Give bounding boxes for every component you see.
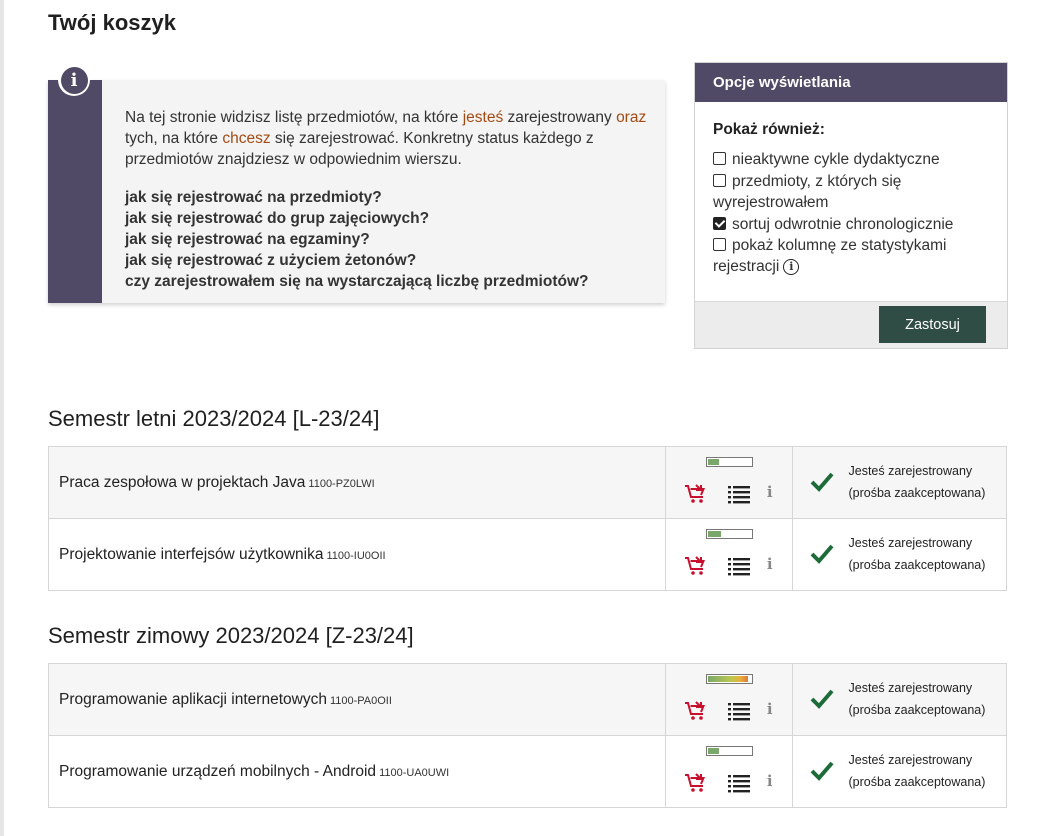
table-row: Projektowanie interfejsów użytkownika 110…	[48, 518, 1007, 591]
option-label: pokaż kolumnę ze statystykami rejestracj…	[713, 237, 947, 275]
status-text: Jesteś zarejestrowany (prośba zaakceptowa…	[849, 460, 986, 504]
left-edge-strip	[0, 0, 4, 836]
help-link-exams[interactable]: jak się rejestrować na egzaminy?	[125, 229, 588, 250]
cart-register-icon[interactable]	[684, 698, 708, 722]
checkbox-unregistered-courses[interactable]	[713, 174, 726, 187]
status-line: (prośba zaakceptowana)	[848, 558, 986, 572]
course-name[interactable]: Programowanie urządzeń mobilnych - Andro…	[59, 763, 376, 780]
course-status-cell: Jesteś zarejestrowany (prośba zaakceptowa…	[791, 446, 1007, 519]
course-name-cell: Programowanie aplikacji internetowych 110…	[48, 663, 666, 736]
table-row: Programowanie aplikacji internetowych 110…	[48, 663, 1008, 736]
status-line: Jesteś zarejestrowany	[848, 681, 973, 695]
course-name-cell: Projektowanie interfejsów użytkownika 110…	[48, 518, 666, 591]
status-text: Jesteś zarejestrowany (prośba zaakceptowa…	[849, 677, 986, 721]
course-status-cell: Jesteś zarejestrowany (prośba zaakceptowa…	[791, 663, 1008, 736]
cart-register-icon[interactable]	[684, 553, 708, 577]
info-highlight: jesteś	[462, 109, 504, 126]
info-description: Na tej stronie widzisz listę przedmiotów…	[125, 107, 655, 170]
course-name[interactable]: Projektowanie interfejsów użytkownika	[59, 546, 323, 563]
course-name[interactable]: Praca zespołowa w projektach Java	[59, 474, 305, 491]
registration-progress-bar	[705, 746, 753, 756]
list-icon[interactable]	[727, 773, 750, 793]
status-line: (prośba zaakceptowana)	[848, 775, 986, 789]
option-label: sortuj odwrotnie chronologicznie	[732, 216, 954, 233]
course-table: Programowanie aplikacji internetowych 110…	[48, 663, 1008, 808]
course-code: 1100-PA0OII	[329, 694, 392, 707]
info-highlight: chcesz	[222, 130, 271, 147]
info-text-part: zarejestrowany	[503, 109, 617, 126]
info-text-part: tych, na które	[125, 130, 223, 147]
course-name-cell: Praca zespołowa w projektach Java 1100-PZ…	[48, 446, 666, 519]
apply-button[interactable]: Zastosuj	[879, 306, 986, 343]
table-row: Praca zespołowa w projektach Java 1100-PZ…	[48, 446, 1007, 519]
option-label: nieaktywne cykle dydaktyczne	[732, 151, 940, 168]
course-name-cell: Programowanie urządzeń mobilnych - Andro…	[48, 735, 666, 808]
check-icon	[810, 544, 834, 564]
course-actions-cell: i	[664, 663, 793, 736]
registration-progress-bar	[705, 457, 753, 467]
course-info-icon[interactable]: i	[767, 483, 773, 501]
course-name[interactable]: Programowanie aplikacji internetowych	[59, 691, 327, 708]
list-icon[interactable]	[727, 484, 750, 504]
course-info-icon[interactable]: i	[767, 555, 773, 573]
course-status-cell: Jesteś zarejestrowany (prośba zaakceptowa…	[791, 735, 1008, 808]
check-icon	[810, 761, 834, 781]
help-link-courses[interactable]: jak się rejestrować na przedmioty?	[125, 187, 588, 208]
options-subheader: Pokaż również:	[713, 121, 825, 138]
course-code: 1100-UA0UWI	[379, 766, 450, 779]
checkbox-reverse-sort[interactable]	[713, 217, 726, 230]
course-table: Praca zespołowa w projektach Java 1100-PZ…	[48, 446, 1007, 591]
course-info-icon[interactable]: i	[767, 700, 773, 718]
info-icon: i	[58, 64, 90, 96]
status-text: Jesteś zarejestrowany (prośba zaakceptowa…	[849, 532, 986, 576]
course-actions-cell: i	[664, 446, 793, 519]
registration-progress-bar	[705, 674, 753, 684]
status-line: Jesteś zarejestrowany	[848, 536, 973, 550]
course-code: 1100-IU0OII	[326, 549, 386, 562]
option-label: przedmioty, z których się wyrejestrowałe…	[713, 173, 902, 211]
course-actions-cell: i	[664, 518, 793, 591]
list-icon[interactable]	[727, 701, 750, 721]
options-header: Opcje wyświetlania	[695, 63, 1007, 102]
semester-title: Semestr zimowy 2023/2024 [Z-23/24]	[48, 623, 414, 648]
help-link-tokens[interactable]: jak się rejestrować z użyciem żetonów?	[125, 250, 588, 271]
check-icon	[810, 472, 834, 492]
info-highlight: oraz	[616, 109, 647, 126]
page-title: Twój koszyk	[48, 10, 176, 35]
info-box-accent-bar	[48, 80, 102, 303]
display-options-panel: Opcje wyświetlania Pokaż również: nieakt…	[694, 62, 1008, 349]
semester-title: Semestr letni 2023/2024 [L-23/24]	[48, 406, 380, 431]
checkbox-stats-column[interactable]	[713, 238, 726, 251]
status-line: (prośba zaakceptowana)	[848, 703, 986, 717]
check-icon	[810, 689, 834, 709]
status-line: Jesteś zarejestrowany	[848, 464, 973, 478]
option-inactive-cycles[interactable]: nieaktywne cykle dydaktyczne	[713, 149, 983, 170]
list-icon[interactable]	[727, 556, 750, 576]
registration-progress-bar	[705, 529, 753, 539]
course-actions-cell: i	[664, 735, 793, 808]
table-row: Programowanie urządzeń mobilnych - Andro…	[48, 735, 1008, 808]
cart-register-icon[interactable]	[684, 770, 708, 794]
options-footer: Zastosuj	[695, 301, 1007, 348]
course-code: 1100-PZ0LWI	[308, 477, 375, 490]
option-unregistered-courses[interactable]: przedmioty, z których się wyrejestrowałe…	[713, 171, 983, 213]
help-links-list: jak się rejestrować na przedmioty? jak s…	[125, 187, 588, 292]
cart-register-icon[interactable]	[684, 481, 708, 505]
help-link-groups[interactable]: jak się rejestrować do grup zajęciowych?	[125, 208, 588, 229]
help-link-enough-courses[interactable]: czy zarejestrowałem się na wystarczającą…	[125, 271, 588, 292]
info-text-part: Na tej stronie widzisz listę przedmiotów…	[125, 109, 463, 126]
option-reverse-sort[interactable]: sortuj odwrotnie chronologicznie	[713, 214, 983, 235]
status-line: (prośba zaakceptowana)	[848, 486, 986, 500]
course-info-icon[interactable]: i	[767, 772, 773, 790]
status-text: Jesteś zarejestrowany (prośba zaakceptowa…	[849, 749, 986, 793]
status-line: Jesteś zarejestrowany	[848, 753, 973, 767]
stats-info-icon[interactable]: i	[783, 259, 800, 275]
option-stats-column[interactable]: pokaż kolumnę ze statystykami rejestracj…	[713, 235, 983, 277]
course-status-cell: Jesteś zarejestrowany (prośba zaakceptowa…	[791, 518, 1007, 591]
checkbox-inactive-cycles[interactable]	[713, 152, 726, 165]
